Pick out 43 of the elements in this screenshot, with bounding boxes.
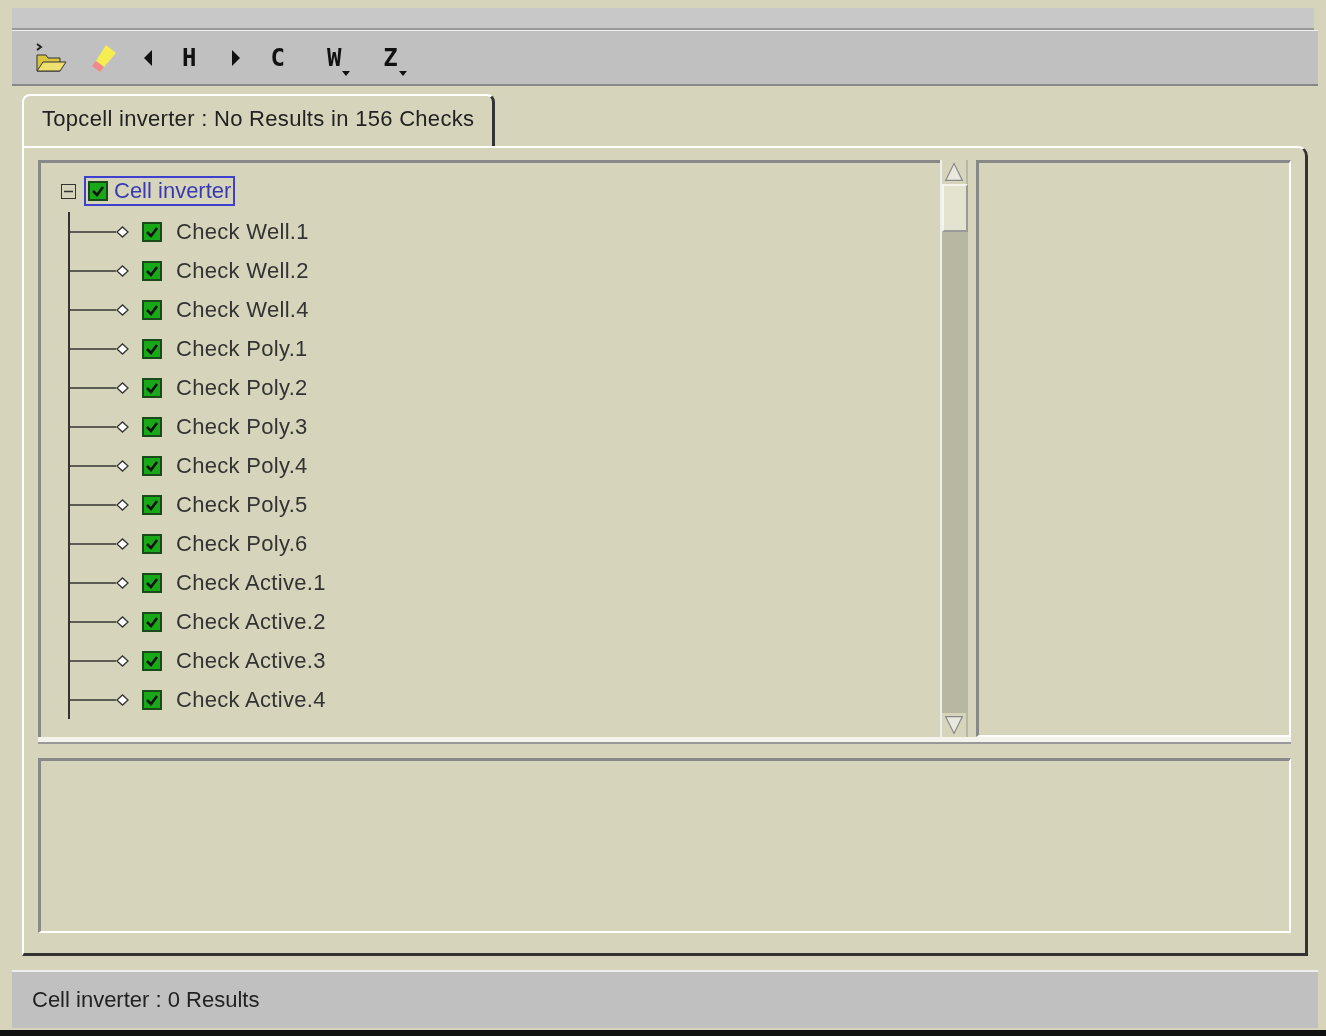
tree-item[interactable]: Check Poly.3 (176, 413, 308, 440)
tree-item[interactable]: Check Poly.4 (176, 452, 308, 479)
toolbar-button[interactable]: Z (383, 37, 404, 78)
tree-item[interactable]: Check Well.4 (176, 296, 309, 323)
checkbox[interactable] (142, 299, 162, 320)
scroll-down-button[interactable] (942, 713, 966, 738)
tree-item[interactable]: Cell inverter (84, 176, 236, 206)
checkbox[interactable] (142, 689, 162, 710)
tree-item[interactable]: Check Active.2 (176, 608, 326, 635)
checkbox[interactable] (88, 181, 108, 201)
checkbox[interactable] (142, 221, 162, 242)
checkbox[interactable] (142, 455, 162, 476)
checkbox[interactable] (142, 338, 162, 359)
checkbox[interactable] (142, 260, 162, 281)
splitter[interactable] (38, 737, 1291, 745)
scroll-up-button[interactable] (942, 160, 966, 184)
left-triangle-icon (142, 48, 154, 67)
checkbox[interactable] (142, 377, 162, 398)
tree-item[interactable]: Check Poly.2 (176, 374, 308, 401)
checkbox[interactable] (142, 611, 162, 632)
tree-item[interactable]: Check Active.4 (176, 686, 326, 713)
scrollbar[interactable] (940, 160, 968, 738)
collapse-icon[interactable] (61, 183, 76, 199)
open-folder-icon (34, 40, 68, 75)
status-text: Cell inverter : 0 Results (32, 987, 260, 1013)
tree-item[interactable]: Check Well.2 (176, 257, 309, 284)
right-triangle-icon (230, 48, 243, 67)
checkbox[interactable] (142, 494, 162, 515)
tab[interactable]: Topcell inverter : No Results in 156 Checks (22, 94, 496, 146)
tree-item[interactable]: Check Well.1 (176, 218, 309, 245)
tree-item[interactable]: Check Active.1 (176, 569, 326, 596)
toolbar-button[interactable]: H (182, 37, 203, 78)
tree-item[interactable]: Check Poly.1 (176, 335, 308, 362)
checkbox[interactable] (142, 533, 162, 554)
toolbar-button[interactable]: W (326, 37, 348, 78)
toolbar-button[interactable]: C (270, 37, 291, 78)
tree-item[interactable]: Check Active.3 (176, 647, 326, 674)
tree-item[interactable]: Check Poly.6 (176, 530, 308, 557)
scroll-thumb[interactable] (942, 184, 968, 232)
checkbox[interactable] (142, 416, 162, 437)
tree-item[interactable]: Check Poly.5 (176, 491, 308, 518)
checkbox[interactable] (142, 650, 162, 671)
checkbox[interactable] (142, 572, 162, 593)
